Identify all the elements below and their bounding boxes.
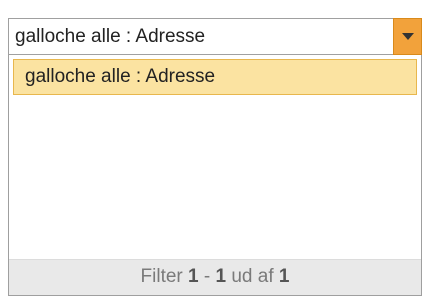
list-item-selected[interactable]: galloche alle : Adresse: [13, 59, 417, 95]
filter-dash: -: [203, 266, 211, 287]
combo-input[interactable]: galloche alle : Adresse: [8, 18, 393, 55]
caret-down-icon: [401, 33, 414, 40]
filter-of-text: ud af: [231, 266, 274, 287]
filter-prefix: Filter: [140, 266, 183, 287]
dropdown-list: galloche alle : Adresse: [9, 55, 421, 259]
filter-end: 1: [215, 266, 227, 287]
filter-total: 1: [278, 266, 290, 287]
filter-status-footer: Filter 1 - 1 ud af 1: [9, 259, 421, 295]
dropdown-toggle-button[interactable]: [393, 18, 422, 55]
dropdown-panel: galloche alle : Adresse Filter 1 - 1 ud …: [8, 55, 422, 296]
combo-box[interactable]: galloche alle : Adresse: [8, 18, 422, 55]
filter-start: 1: [188, 266, 199, 287]
